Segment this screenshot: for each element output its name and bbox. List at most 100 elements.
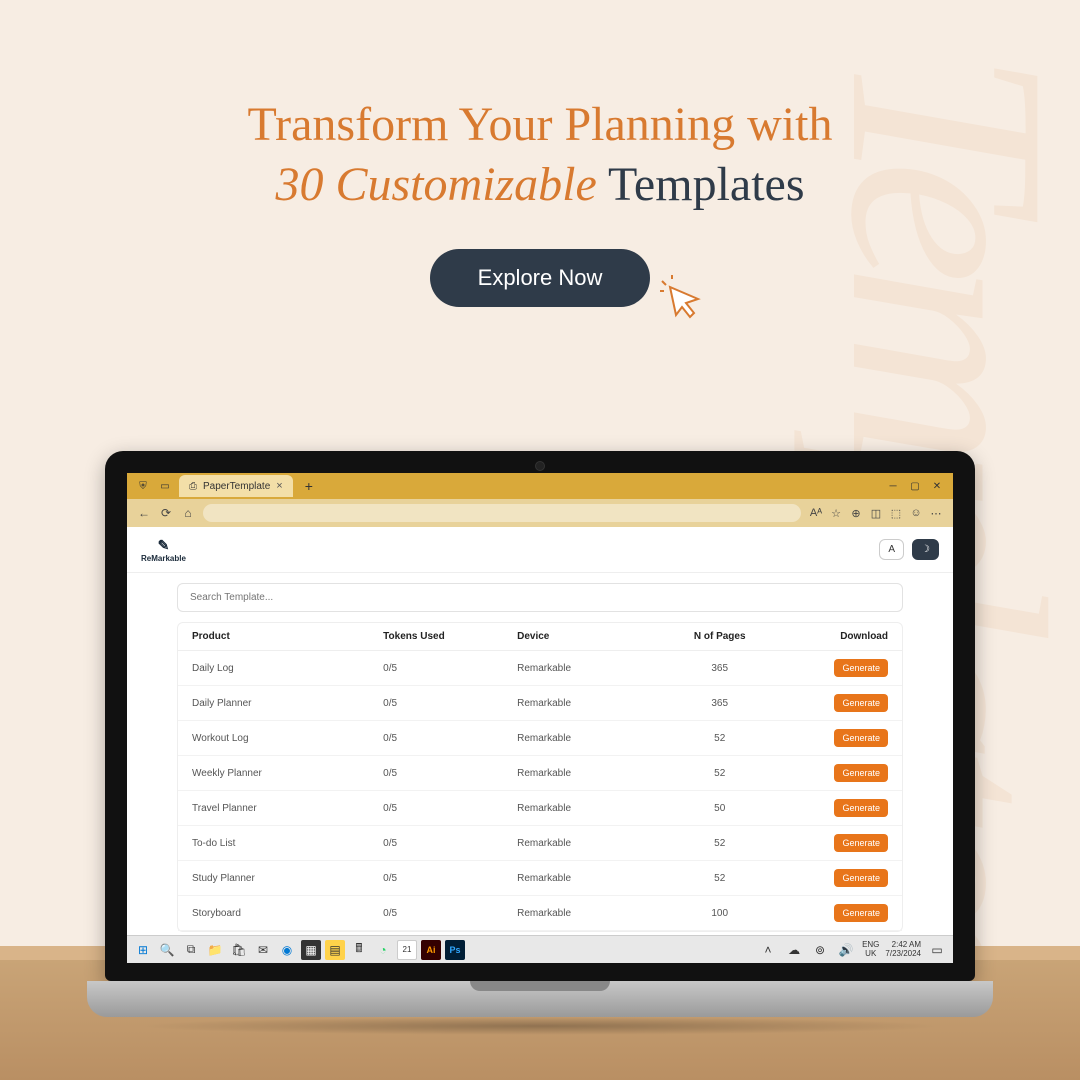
headline-line2-italic: 30 Customizable [275, 158, 596, 211]
generate-button[interactable]: Generate [834, 659, 888, 677]
site-header: ✎ ReMarkable A ☽ [127, 527, 953, 573]
tab-overview-icon[interactable]: ▭ [157, 478, 173, 494]
table-row: Workout Log0/5Remarkable52Generate [178, 721, 902, 756]
edge-icon[interactable]: ◉ [277, 940, 297, 960]
calc-icon[interactable]: 🖩 [349, 940, 369, 960]
explorer-icon[interactable]: 📁 [205, 940, 225, 960]
shield-icon[interactable]: ⛨ [135, 478, 151, 494]
url-input[interactable] [203, 504, 801, 522]
onedrive-icon[interactable]: ☁ [784, 940, 804, 960]
search-input[interactable] [177, 583, 903, 612]
home-icon[interactable]: ⌂ [181, 506, 195, 520]
tab-favicon-icon: ⎙ [189, 481, 197, 492]
maximize-icon[interactable]: ▢ [907, 478, 923, 494]
tab-title: PaperTemplate [203, 481, 270, 492]
cell-device: Remarkable [517, 663, 654, 674]
cell-pages: 50 [662, 803, 776, 814]
generate-button[interactable]: Generate [834, 869, 888, 887]
profile-icon[interactable]: ☺ [909, 506, 923, 520]
back-icon[interactable]: ← [137, 506, 151, 520]
site-logo[interactable]: ✎ ReMarkable [141, 537, 186, 563]
explore-now-button[interactable]: Explore Now [430, 249, 651, 307]
illustrator-icon[interactable]: Ai [421, 940, 441, 960]
generate-button[interactable]: Generate [834, 764, 888, 782]
search-icon[interactable]: 🔍 [157, 940, 177, 960]
cell-tokens: 0/5 [383, 838, 509, 849]
font-size-button[interactable]: A [879, 539, 904, 560]
task-view-icon[interactable]: ⧉ [181, 940, 201, 960]
cursor-click-icon [660, 275, 704, 324]
notes-icon[interactable]: ▤ [325, 940, 345, 960]
table-row: Daily Log 0/5 Remarkable 365 Generate [178, 651, 902, 686]
laptop-base [87, 981, 993, 1017]
browser-tab-bar: ⛨ ▭ ⎙ PaperTemplate × + ─ ▢ ✕ [127, 473, 953, 499]
generate-button[interactable]: Generate [834, 799, 888, 817]
generate-button[interactable]: Generate [834, 694, 888, 712]
cell-pages: 52 [662, 838, 776, 849]
col-device: Device [517, 631, 654, 642]
reader-icon[interactable]: Aᴬ [809, 506, 823, 520]
extensions-icon[interactable]: ⬚ [889, 506, 903, 520]
table-row: Storyboard0/5Remarkable100Generate [178, 896, 902, 931]
chevron-up-icon[interactable]: ˄ [758, 940, 778, 960]
refresh-icon[interactable]: ⟳ [159, 506, 173, 520]
photoshop-icon[interactable]: Ps [445, 940, 465, 960]
language-indicator[interactable]: ENG UK [862, 941, 879, 959]
table-row: Weekly Planner0/5Remarkable52Generate [178, 756, 902, 791]
cell-pages: 52 [662, 873, 776, 884]
headline: Transform Your Planning with 30 Customiz… [0, 0, 1080, 215]
webcam-icon [535, 461, 545, 471]
cell-pages: 365 [662, 663, 776, 674]
cell-device: Remarkable [517, 803, 654, 814]
cell-tokens: 0/5 [383, 873, 509, 884]
cell-device: Remarkable [517, 908, 654, 919]
favorite-icon[interactable]: ☆ [829, 506, 843, 520]
cell-tokens: 0/5 [383, 908, 509, 919]
calendar-icon[interactable]: 21 [397, 940, 417, 960]
table-row: Study Planner0/5Remarkable52Generate [178, 861, 902, 896]
cell-device: Remarkable [517, 768, 654, 779]
browser-tab[interactable]: ⎙ PaperTemplate × [179, 475, 293, 497]
system-clock[interactable]: 2:42 AM 7/23/2024 [885, 941, 921, 959]
headline-line1: Transform Your Planning with [0, 95, 1080, 155]
collections-icon[interactable]: ⊕ [849, 506, 863, 520]
table-row: Daily Planner 0/5 Remarkable 365 Generate [178, 686, 902, 721]
mail-icon[interactable]: ✉ [253, 940, 273, 960]
cell-tokens: 0/5 [383, 663, 509, 674]
split-icon[interactable]: ◫ [869, 506, 883, 520]
wifi-icon[interactable]: ⊚ [810, 940, 830, 960]
cell-device: Remarkable [517, 698, 654, 709]
cell-product: Travel Planner [192, 803, 375, 814]
store-icon[interactable]: 🛍 [229, 940, 249, 960]
new-tab-button[interactable]: + [299, 478, 319, 494]
cell-tokens: 0/5 [383, 698, 509, 709]
cell-pages: 100 [662, 908, 776, 919]
dark-mode-toggle[interactable]: ☽ [912, 539, 939, 560]
whatsapp-icon[interactable]: ◔ [373, 940, 393, 960]
minimize-icon[interactable]: ─ [885, 478, 901, 494]
cell-device: Remarkable [517, 733, 654, 744]
start-icon[interactable]: ⊞ [133, 940, 153, 960]
windows-taskbar: ⊞ 🔍 ⧉ 📁 🛍 ✉ ◉ ▦ ▤ 🖩 ◔ 21 Ai Ps ˄ ☁ ⊚ 🔊 [127, 935, 953, 963]
cell-device: Remarkable [517, 873, 654, 884]
close-icon[interactable]: × [276, 480, 282, 492]
notifications-icon[interactable]: ▭ [927, 940, 947, 960]
cell-product: To-do List [192, 838, 375, 849]
col-pages: N of Pages [662, 631, 776, 642]
app-icon[interactable]: ▦ [301, 940, 321, 960]
cell-pages: 365 [662, 698, 776, 709]
menu-icon[interactable]: ⋯ [929, 506, 943, 520]
col-download: Download [785, 631, 888, 642]
browser-address-bar: ← ⟳ ⌂ Aᴬ ☆ ⊕ ◫ ⬚ ☺ ⋯ [127, 499, 953, 527]
generate-button[interactable]: Generate [834, 729, 888, 747]
templates-table: Product Tokens Used Device N of Pages Do… [177, 622, 903, 932]
laptop-shadow [135, 1017, 945, 1035]
cell-product: Daily Planner [192, 698, 375, 709]
laptop: ⛨ ▭ ⎙ PaperTemplate × + ─ ▢ ✕ ← ⟳ ⌂ [105, 451, 975, 1035]
generate-button[interactable]: Generate [834, 834, 888, 852]
generate-button[interactable]: Generate [834, 904, 888, 922]
volume-icon[interactable]: 🔊 [836, 940, 856, 960]
cell-product: Daily Log [192, 663, 375, 674]
window-close-icon[interactable]: ✕ [929, 478, 945, 494]
cell-pages: 52 [662, 768, 776, 779]
